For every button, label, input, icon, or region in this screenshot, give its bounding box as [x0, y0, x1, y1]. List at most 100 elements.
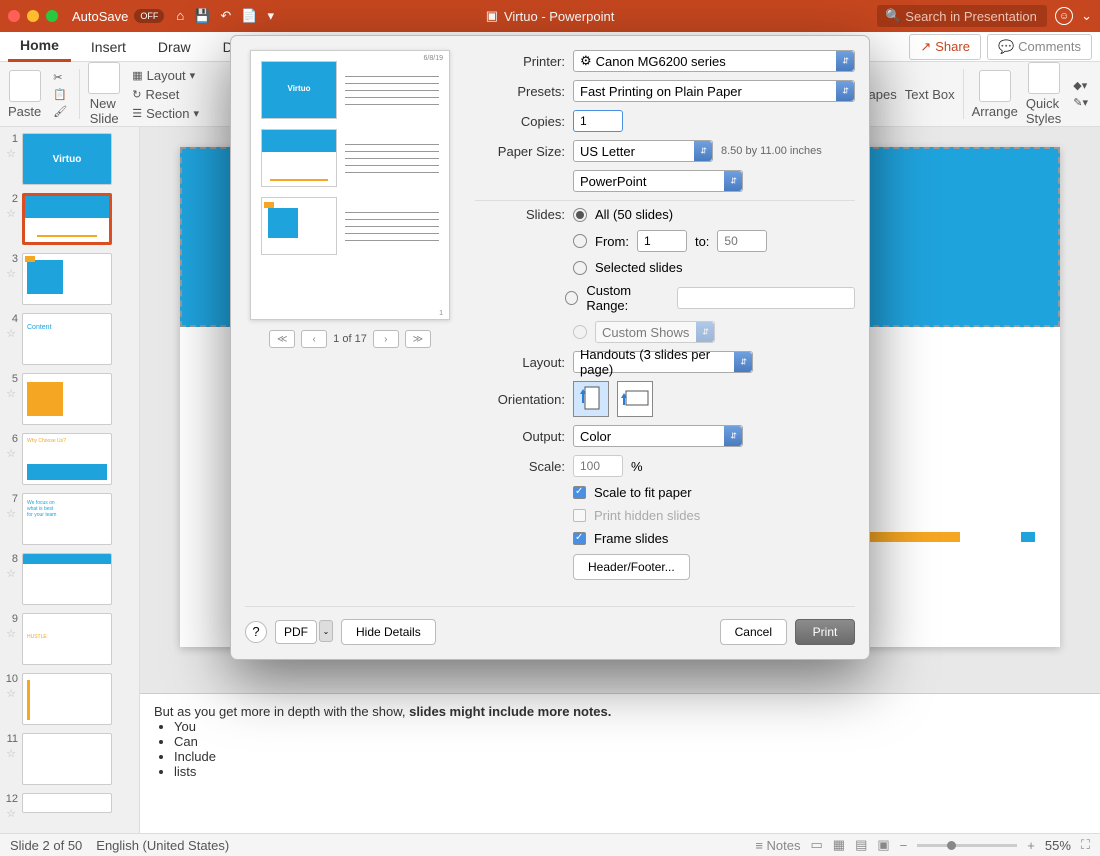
- prev-page-button[interactable]: ‹: [301, 330, 327, 348]
- cancel-button[interactable]: Cancel: [720, 619, 787, 645]
- tab-home[interactable]: Home: [8, 31, 71, 62]
- star-icon[interactable]: ☆: [6, 147, 16, 160]
- zoom-thumb[interactable]: [947, 841, 956, 850]
- zoom-out-icon[interactable]: −: [900, 838, 908, 853]
- star-icon[interactable]: ☆: [6, 687, 16, 700]
- orientation-portrait-button[interactable]: [573, 381, 609, 417]
- new-slide-group[interactable]: New Slide: [88, 62, 120, 126]
- paper-size-select[interactable]: US Letter⇵: [573, 140, 713, 162]
- star-icon[interactable]: ☆: [6, 207, 16, 220]
- checkbox-scale-fit[interactable]: [573, 486, 586, 499]
- hide-details-button[interactable]: Hide Details: [341, 619, 436, 645]
- save-icon[interactable]: 💾: [194, 8, 210, 24]
- slide-thumb-3[interactable]: [22, 253, 112, 305]
- radio-selected[interactable]: [573, 261, 587, 275]
- reset-button[interactable]: ↻ Reset: [128, 86, 203, 103]
- star-icon[interactable]: ☆: [6, 807, 16, 820]
- slide-bluechip[interactable]: [1021, 532, 1035, 542]
- star-icon[interactable]: ☆: [6, 327, 16, 340]
- shape-outline-button[interactable]: ✎▾: [1069, 95, 1092, 110]
- reading-view-icon[interactable]: ▤: [855, 837, 867, 853]
- first-page-button[interactable]: ≪: [269, 330, 295, 348]
- star-icon[interactable]: ☆: [6, 387, 16, 400]
- shape-fill-button[interactable]: ◆▾: [1069, 78, 1092, 93]
- header-footer-button[interactable]: Header/Footer...: [573, 554, 690, 580]
- pdf-button[interactable]: PDF: [275, 620, 317, 644]
- slide-thumbnails[interactable]: 1☆Virtuo 2☆ 3☆ 4☆Content 5☆ 6☆Why Choose…: [0, 127, 140, 833]
- undo-icon[interactable]: ↶: [220, 8, 231, 24]
- minimize-window-icon[interactable]: [27, 10, 39, 22]
- slide-counter[interactable]: Slide 2 of 50: [10, 838, 82, 853]
- copy-button[interactable]: 📋: [49, 87, 71, 102]
- star-icon[interactable]: ☆: [6, 627, 16, 640]
- radio-from[interactable]: [573, 234, 587, 248]
- sorter-view-icon[interactable]: ▦: [833, 837, 845, 853]
- maximize-window-icon[interactable]: [46, 10, 58, 22]
- slide-thumb-4[interactable]: Content: [22, 313, 112, 365]
- cut-button[interactable]: ✂: [49, 70, 71, 85]
- notes-toggle[interactable]: ≡ Notes: [755, 838, 800, 853]
- radio-selected-label: Selected slides: [595, 260, 682, 275]
- normal-view-icon[interactable]: ▭: [810, 837, 822, 853]
- slide-thumb-2[interactable]: [22, 193, 112, 245]
- file-icon[interactable]: 📄: [241, 8, 257, 24]
- search-input[interactable]: 🔍 Search in Presentation: [877, 5, 1047, 27]
- slide-thumb-12[interactable]: [22, 793, 112, 813]
- checkbox-frame[interactable]: [573, 532, 586, 545]
- notes-panel[interactable]: But as you get more in depth with the sh…: [140, 693, 1100, 833]
- layout-select[interactable]: Handouts (3 slides per page)⇵: [573, 351, 753, 373]
- quick-styles-group[interactable]: Quick Styles: [1026, 62, 1061, 126]
- print-button[interactable]: Print: [795, 619, 855, 645]
- star-icon[interactable]: ☆: [6, 267, 16, 280]
- radio-custom-range[interactable]: [565, 291, 578, 305]
- star-icon[interactable]: ☆: [6, 747, 16, 760]
- share-button[interactable]: ↗Share: [909, 34, 981, 60]
- slide-thumb-5[interactable]: [22, 373, 112, 425]
- comments-button[interactable]: 💬Comments: [987, 34, 1092, 60]
- star-icon[interactable]: ☆: [6, 507, 16, 520]
- custom-range-input[interactable]: [677, 287, 855, 309]
- autosave-toggle[interactable]: AutoSave OFF: [72, 9, 164, 24]
- layout-button[interactable]: ▦ Layout ▾: [128, 67, 203, 84]
- printer-select[interactable]: ⚙Canon MG6200 series⇵: [573, 50, 855, 72]
- last-page-button[interactable]: ≫: [405, 330, 431, 348]
- to-input[interactable]: [717, 230, 767, 252]
- paste-group[interactable]: Paste: [8, 70, 41, 119]
- next-page-button[interactable]: ›: [373, 330, 399, 348]
- section-button[interactable]: ☰ Section ▾: [128, 105, 203, 122]
- presets-select[interactable]: Fast Printing on Plain Paper⇵: [573, 80, 855, 102]
- textbox-group[interactable]: Text Box: [905, 87, 955, 102]
- close-window-icon[interactable]: [8, 10, 20, 22]
- slide-thumb-11[interactable]: [22, 733, 112, 785]
- zoom-slider[interactable]: [917, 844, 1017, 847]
- slide-thumb-7[interactable]: We focus on what is best for your team: [22, 493, 112, 545]
- chevron-down-icon[interactable]: ⌄: [1081, 8, 1092, 24]
- from-input[interactable]: [637, 230, 687, 252]
- more-icon[interactable]: ▾: [268, 8, 275, 24]
- tab-draw[interactable]: Draw: [146, 33, 203, 61]
- copies-input[interactable]: [573, 110, 623, 132]
- home-icon[interactable]: ⌂: [176, 8, 184, 24]
- output-select[interactable]: Color⇵: [573, 425, 743, 447]
- pdf-dropdown[interactable]: ⌄: [319, 620, 333, 642]
- slide-thumb-9[interactable]: HUSTLE: [22, 613, 112, 665]
- fit-icon[interactable]: ⛶: [1081, 837, 1090, 853]
- star-icon[interactable]: ☆: [6, 567, 16, 580]
- slide-thumb-8[interactable]: [22, 553, 112, 605]
- star-icon[interactable]: ☆: [6, 447, 16, 460]
- slide-thumb-10[interactable]: [22, 673, 112, 725]
- tab-insert[interactable]: Insert: [79, 33, 138, 61]
- app-section-select[interactable]: PowerPoint⇵: [573, 170, 743, 192]
- radio-all[interactable]: [573, 208, 587, 222]
- orientation-landscape-button[interactable]: [617, 381, 653, 417]
- zoom-label[interactable]: 55%: [1045, 838, 1071, 853]
- slide-thumb-1[interactable]: Virtuo: [22, 133, 112, 185]
- language[interactable]: English (United States): [96, 838, 229, 853]
- slideshow-icon[interactable]: ▣: [877, 837, 889, 853]
- help-button[interactable]: ?: [245, 621, 267, 643]
- format-painter-button[interactable]: 🖌: [49, 104, 71, 119]
- slide-thumb-6[interactable]: Why Choose Us?: [22, 433, 112, 485]
- zoom-in-icon[interactable]: +: [1027, 838, 1035, 853]
- arrange-group[interactable]: Arrange: [972, 70, 1018, 119]
- account-icon[interactable]: ☺: [1055, 7, 1073, 25]
